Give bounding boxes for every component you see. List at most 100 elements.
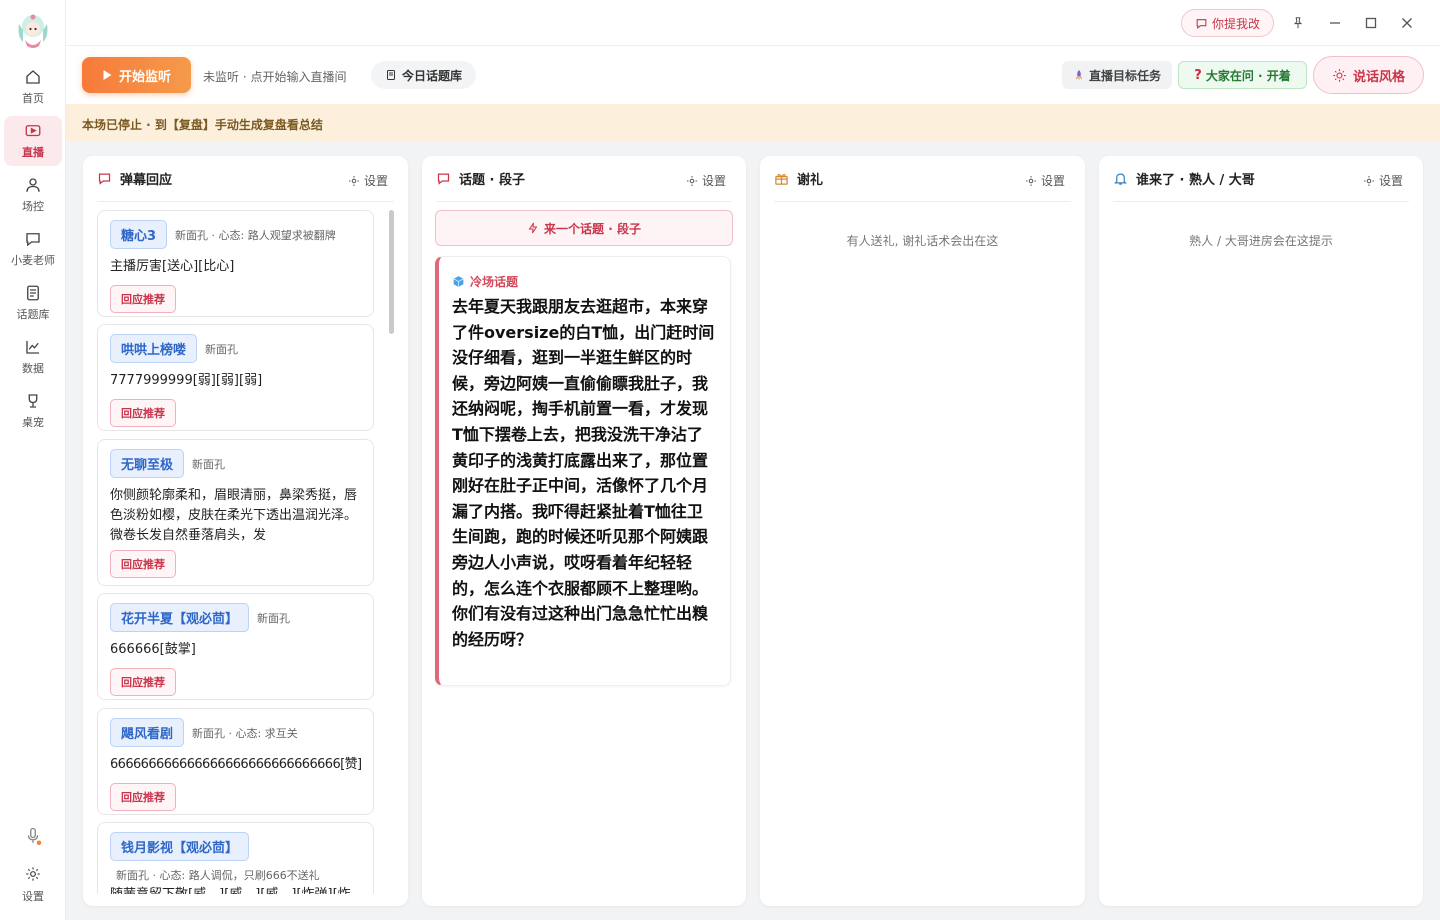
sidebar-item-label: 设置 bbox=[22, 890, 44, 903]
maximize-button[interactable] bbox=[1361, 13, 1381, 33]
list-item: 钱月影视【观必茴】 新面孔 · 心态: 路人调侃，只刷666不送礼 随茜意留下敬… bbox=[97, 822, 374, 894]
live-goal-button[interactable]: 直播目标任务 bbox=[1062, 61, 1172, 89]
sidebar-item-live[interactable]: 直播 bbox=[4, 116, 62, 166]
close-icon bbox=[1402, 18, 1412, 28]
sidebar-item-topics[interactable]: 话题库 bbox=[4, 278, 62, 328]
panel-settings-label: 设置 bbox=[701, 174, 726, 188]
sidebar-item-settings[interactable]: 设置 bbox=[0, 866, 66, 904]
list-item: 飓风看剧 新面孔 · 心态: 求互关 6666666666666666666666… bbox=[97, 708, 374, 815]
gear-icon bbox=[1025, 175, 1036, 186]
sidebar-item-home[interactable]: 首页 bbox=[4, 62, 62, 112]
topic-library-button[interactable]: 今日话题库 bbox=[371, 61, 476, 89]
sidebar: 首页 直播 场控 小麦老师 话题库 数据 桌宠 设置 bbox=[0, 0, 66, 920]
chat-icon bbox=[26, 233, 40, 247]
sidebar-item-label: 直播 bbox=[22, 146, 44, 159]
visitor-panel: 谁来了 · 熟人 / 大哥 设置 熟人 / 大哥进房会在这提示 bbox=[1099, 156, 1423, 906]
speaking-style-label: 说话风格 bbox=[1352, 69, 1405, 85]
sidebar-item-label: 话题库 bbox=[16, 308, 50, 321]
panel-settings-label: 设置 bbox=[363, 174, 388, 188]
rocket-icon bbox=[1076, 70, 1082, 80]
danmu-text: 主播厉害[送心][比心] bbox=[110, 259, 235, 274]
viewer-name[interactable]: 钱月影视【观必茴】 bbox=[110, 832, 250, 861]
topic-library-label: 今日话题库 bbox=[401, 68, 462, 83]
sun-icon bbox=[1333, 68, 1346, 82]
mic-icon bbox=[27, 827, 42, 845]
cube-icon bbox=[453, 276, 464, 287]
reply-suggest-button[interactable]: 回应推荐 bbox=[110, 399, 176, 427]
viewer-name[interactable]: 飓风看剧 bbox=[110, 718, 185, 747]
danmu-text: 随茜意留下敬[威…][威…][威…][炸弹][炸 bbox=[110, 885, 361, 894]
gear-icon bbox=[26, 867, 40, 881]
reply-suggest-button[interactable]: 回应推荐 bbox=[110, 285, 176, 313]
chat-icon bbox=[98, 173, 111, 185]
panel-header: 谢礼 设置 bbox=[774, 156, 1071, 202]
audience-questions-toggle[interactable]: ? 大家在问 · 开着 bbox=[1178, 61, 1307, 89]
reply-suggest-button[interactable]: 回应推荐 bbox=[110, 550, 176, 578]
trophy-icon bbox=[28, 394, 38, 408]
viewer-name[interactable]: 花开半夏【观必茴】 bbox=[110, 603, 250, 632]
start-listening-label: 开始监听 bbox=[118, 69, 171, 85]
pin-button[interactable] bbox=[1288, 13, 1308, 33]
panel-settings-button[interactable]: 设置 bbox=[686, 172, 726, 189]
chart-icon bbox=[26, 341, 39, 354]
bell-icon bbox=[1113, 173, 1128, 185]
sidebar-item-teacher[interactable]: 小麦老师 bbox=[4, 224, 62, 274]
minimize-icon bbox=[1330, 22, 1340, 24]
feedback-label: 你提我改 bbox=[1211, 16, 1260, 31]
gift-panel: 谢礼 设置 有人送礼, 谢礼话术会出在这 bbox=[760, 156, 1085, 906]
sidebar-item-label: 首页 bbox=[22, 92, 44, 105]
feedback-button[interactable]: 你提我改 bbox=[1181, 9, 1274, 37]
viewer-name[interactable]: 哄哄上榜喽 bbox=[110, 334, 198, 363]
sidebar-item-data[interactable]: 数据 bbox=[4, 332, 62, 382]
viewer-meta: 新面孔 · 心态: 求互关 bbox=[192, 726, 298, 740]
minimize-button[interactable] bbox=[1325, 13, 1345, 33]
panel-settings-button[interactable]: 设置 bbox=[1363, 172, 1403, 189]
panel-title: 谁来了 · 熟人 / 大哥 bbox=[1136, 173, 1255, 188]
live-goal-label: 直播目标任务 bbox=[1088, 68, 1161, 83]
danmu-text: 666666666666666666666666666666[赞] bbox=[110, 757, 362, 772]
list-item: 糖心3 新面孔 · 心态: 路人观望求被翻牌 主播厉害[送心][比心] 回应推荐 bbox=[97, 210, 374, 317]
audience-questions-label: 大家在问 · 开着 bbox=[1205, 68, 1291, 83]
toolbar: 开始监听 未监听 · 点开始输入直播间 今日话题库 直播目标任务 ? 大家在问 … bbox=[66, 46, 1440, 104]
list-icon bbox=[27, 285, 39, 301]
app-logo bbox=[13, 10, 53, 52]
reply-suggest-button[interactable]: 回应推荐 bbox=[110, 783, 176, 811]
home-icon bbox=[26, 70, 40, 84]
panel-settings-button[interactable]: 设置 bbox=[1025, 172, 1065, 189]
topic-panel: 话题 · 段子 设置 来一个话题 · 段子 冷场话题 去年夏天我跟朋友去逛超市，… bbox=[422, 156, 746, 906]
scrollbar[interactable] bbox=[389, 210, 394, 334]
sidebar-item-label: 场控 bbox=[22, 200, 44, 213]
viewer-meta: 新面孔 bbox=[192, 457, 226, 471]
viewer-meta: 新面孔 · 心态: 路人调侃，只刷666不送礼 bbox=[116, 869, 320, 882]
panel-title: 话题 · 段子 bbox=[459, 173, 525, 188]
empty-state: 有人送礼, 谢礼话术会出在这 bbox=[846, 234, 999, 248]
danmu-panel: 弹幕回应 设置 糖心3 新面孔 · 心态: 路人观望求被翻牌 主播厉害[送心][比… bbox=[83, 156, 408, 906]
bolt-icon bbox=[528, 222, 538, 234]
gear-icon bbox=[1363, 175, 1374, 186]
gear-icon bbox=[686, 175, 697, 186]
mic-button[interactable] bbox=[0, 826, 66, 846]
viewer-name[interactable]: 无聊至极 bbox=[110, 449, 185, 478]
speaking-style-button[interactable]: 说话风格 bbox=[1313, 56, 1424, 94]
sidebar-item-label: 数据 bbox=[22, 362, 44, 375]
book-icon bbox=[386, 70, 395, 80]
list-item: 花开半夏【观必茴】 新面孔 666666[鼓掌] 回应推荐 bbox=[97, 593, 374, 700]
sidebar-item-control[interactable]: 场控 bbox=[4, 170, 62, 220]
close-button[interactable] bbox=[1397, 13, 1417, 33]
danmu-list: 糖心3 新面孔 · 心态: 路人观望求被翻牌 主播厉害[送心][比心] 回应推荐 … bbox=[97, 210, 374, 894]
sidebar-item-pet[interactable]: 桌宠 bbox=[4, 386, 62, 436]
generate-topic-button[interactable]: 来一个话题 · 段子 bbox=[435, 210, 733, 246]
viewer-name[interactable]: 糖心3 bbox=[110, 220, 168, 249]
danmu-text: 7777999999[弱][弱][弱] bbox=[110, 373, 263, 388]
panel-settings-label: 设置 bbox=[1040, 174, 1065, 188]
reply-suggest-button[interactable]: 回应推荐 bbox=[110, 668, 176, 696]
listening-status: 未监听 · 点开始输入直播间 bbox=[203, 70, 347, 84]
topic-text: 去年夏天我跟朋友去逛超市，本来穿了件oversize的白T恤，出门赶时间没仔细看… bbox=[452, 297, 715, 649]
title-bar: 你提我改 bbox=[66, 0, 1440, 46]
panel-settings-label: 设置 bbox=[1378, 174, 1403, 188]
user-icon bbox=[26, 178, 40, 192]
list-item: 哄哄上榜喽 新面孔 7777999999[弱][弱][弱] 回应推荐 bbox=[97, 324, 374, 431]
panel-settings-button[interactable]: 设置 bbox=[348, 172, 388, 189]
start-listening-button[interactable]: 开始监听 bbox=[82, 57, 191, 93]
viewer-meta: 新面孔 bbox=[257, 611, 291, 625]
